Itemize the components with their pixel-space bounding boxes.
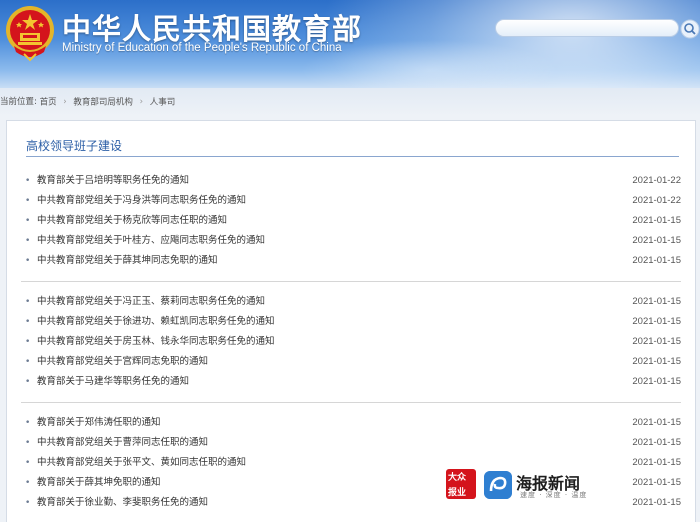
group-divider (21, 281, 681, 282)
national-emblem-icon[interactable] (4, 2, 56, 62)
bullet-icon: • (25, 438, 31, 448)
site-header: 中华人民共和国教育部 Ministry of Education of the … (0, 0, 700, 88)
news-item[interactable]: • 中共教育部党组关于薛其坤同志免职的通知 2021-01-15 (21, 251, 681, 271)
news-item-link[interactable]: 中共教育部党组关于冯身洪等同志职务任免的通知 (37, 191, 246, 211)
news-item[interactable]: • 教育部关于吕培明等职务任免的通知 2021-01-22 (21, 171, 681, 191)
bullet-icon: • (25, 256, 31, 266)
bullet-icon: • (25, 297, 31, 307)
bullet-icon: • (25, 236, 31, 246)
news-item-link[interactable]: 中共教育部党组关于薛其坤同志免职的通知 (37, 251, 218, 271)
bullet-icon: • (25, 196, 31, 206)
news-item-link[interactable]: 中共教育部党组关于徐进功、赖虹凯同志职务任免的通知 (37, 312, 275, 332)
bullet-icon: • (25, 458, 31, 468)
news-item[interactable]: • 中共教育部党组关于叶桂方、应飚同志职务任免的通知 2021-01-15 (21, 231, 681, 251)
breadcrumb-departments[interactable]: 教育部司局机构 (73, 98, 133, 108)
news-item-date: 2021-01-15 (632, 215, 681, 226)
breadcrumb: 当前位置: 首页 › 教育部司局机构 › 人事司 (0, 88, 700, 116)
news-item-date: 2021-01-15 (632, 437, 681, 448)
news-item-date: 2021-01-15 (632, 336, 681, 347)
news-item-link[interactable]: 教育部关于马建华等职务任免的通知 (37, 372, 189, 392)
news-item-link[interactable]: 教育部关于郑伟涛任职的通知 (37, 413, 161, 433)
section-title[interactable]: 高校领导班子建设 (26, 137, 122, 154)
news-item-date: 2021-01-15 (632, 296, 681, 307)
news-item-link[interactable]: 中共教育部党组关于宫辉同志免职的通知 (37, 352, 208, 372)
bullet-icon: • (25, 337, 31, 347)
bullet-icon: • (25, 176, 31, 186)
news-item-date: 2021-01-15 (632, 316, 681, 327)
news-item-link[interactable]: 教育部关于吕培明等职务任免的通知 (37, 171, 189, 191)
chevron-right-icon: › (63, 97, 67, 107)
haibao-news-watermark: 大众 报业 海报新闻 速度 · 深度 · 温度 (446, 469, 596, 501)
news-item-link[interactable]: 中共教育部党组关于杨克欣等同志任职的通知 (37, 211, 227, 231)
dazhong-baoye-logo: 大众 报业 (446, 469, 476, 499)
news-item-date: 2021-01-22 (632, 195, 681, 206)
news-item-date: 2021-01-15 (632, 356, 681, 367)
chevron-right-icon: › (139, 97, 144, 107)
news-item[interactable]: • 中共教育部党组关于徐进功、赖虹凯同志职务任免的通知 2021-01-15 (21, 312, 681, 332)
haibao-logo-icon (484, 471, 512, 499)
search-input[interactable] (495, 19, 679, 37)
news-item-link[interactable]: 中共教育部党组关于房玉林、钱永华同志职务任免的通知 (37, 332, 275, 352)
news-item[interactable]: • 中共教育部党组关于宫辉同志免职的通知 2021-01-15 (21, 352, 681, 372)
content-panel: 高校领导班子建设 • 教育部关于吕培明等职务任免的通知 2021-01-22 • 中共教… (6, 120, 696, 522)
breadcrumb-prefix: 当前位置: (0, 97, 37, 107)
news-item-date: 2021-01-15 (632, 457, 681, 468)
news-item-date: 2021-01-15 (632, 255, 681, 266)
news-item[interactable]: • 中共教育部党组关于冯身洪等同志职务任免的通知 2021-01-22 (21, 191, 681, 211)
news-item-link[interactable]: 教育部关于薛其坤免职的通知 (37, 473, 161, 493)
news-item-date: 2021-01-15 (632, 497, 681, 508)
bullet-icon: • (25, 478, 31, 488)
bullet-icon: • (25, 418, 31, 428)
breadcrumb-home[interactable]: 首页 (40, 98, 57, 108)
news-item[interactable]: • 中共教育部党组关于杨克欣等同志任职的通知 2021-01-15 (21, 211, 681, 231)
news-item-date: 2021-01-15 (632, 235, 681, 246)
news-item[interactable]: • 教育部关于马建华等职务任免的通知 2021-01-15 (21, 372, 681, 392)
news-item[interactable]: • 教育部关于郑伟涛任职的通知 2021-01-15 (21, 413, 681, 433)
bullet-icon: • (25, 216, 31, 226)
site-subtitle: Ministry of Education of the People's Re… (62, 42, 342, 54)
news-group: • 教育部关于吕培明等职务任免的通知 2021-01-22 • 中共教育部党组关于冯身洪… (21, 171, 681, 271)
news-item-date: 2021-01-15 (632, 477, 681, 488)
bullet-icon: • (25, 377, 31, 387)
news-item[interactable]: • 中共教育部党组关于曹萍同志任职的通知 2021-01-15 (21, 433, 681, 453)
news-group: • 中共教育部党组关于冯正玉、蔡莉同志职务任免的通知 2021-01-15 • 中共教育… (21, 292, 681, 392)
news-item-date: 2021-01-15 (632, 417, 681, 428)
news-item-date: 2021-01-15 (632, 376, 681, 387)
bullet-icon: • (25, 317, 31, 327)
news-item[interactable]: • 中共教育部党组关于冯正玉、蔡莉同志职务任免的通知 2021-01-15 (21, 292, 681, 312)
search-icon[interactable] (680, 19, 700, 39)
news-item[interactable]: • 中共教育部党组关于房玉林、钱永华同志职务任免的通知 2021-01-15 (21, 332, 681, 352)
watermark-tagline: 速度 · 深度 · 温度 (520, 491, 588, 499)
news-item-link[interactable]: 中共教育部党组关于曹萍同志任职的通知 (37, 433, 208, 453)
news-item-date: 2021-01-22 (632, 175, 681, 186)
group-divider (21, 402, 681, 403)
section-title-underline (26, 156, 679, 157)
news-item-link[interactable]: 中共教育部党组关于张平文、黄如同志任职的通知 (37, 453, 246, 473)
breadcrumb-personnel[interactable]: 人事司 (150, 98, 176, 108)
bullet-icon: • (25, 498, 31, 508)
news-item-link[interactable]: 中共教育部党组关于冯正玉、蔡莉同志职务任免的通知 (37, 292, 265, 312)
news-item-link[interactable]: 教育部关于徐业勤、李斐职务任免的通知 (37, 493, 208, 513)
bullet-icon: • (25, 357, 31, 367)
news-item-link[interactable]: 中共教育部党组关于叶桂方、应飚同志职务任免的通知 (37, 231, 265, 251)
